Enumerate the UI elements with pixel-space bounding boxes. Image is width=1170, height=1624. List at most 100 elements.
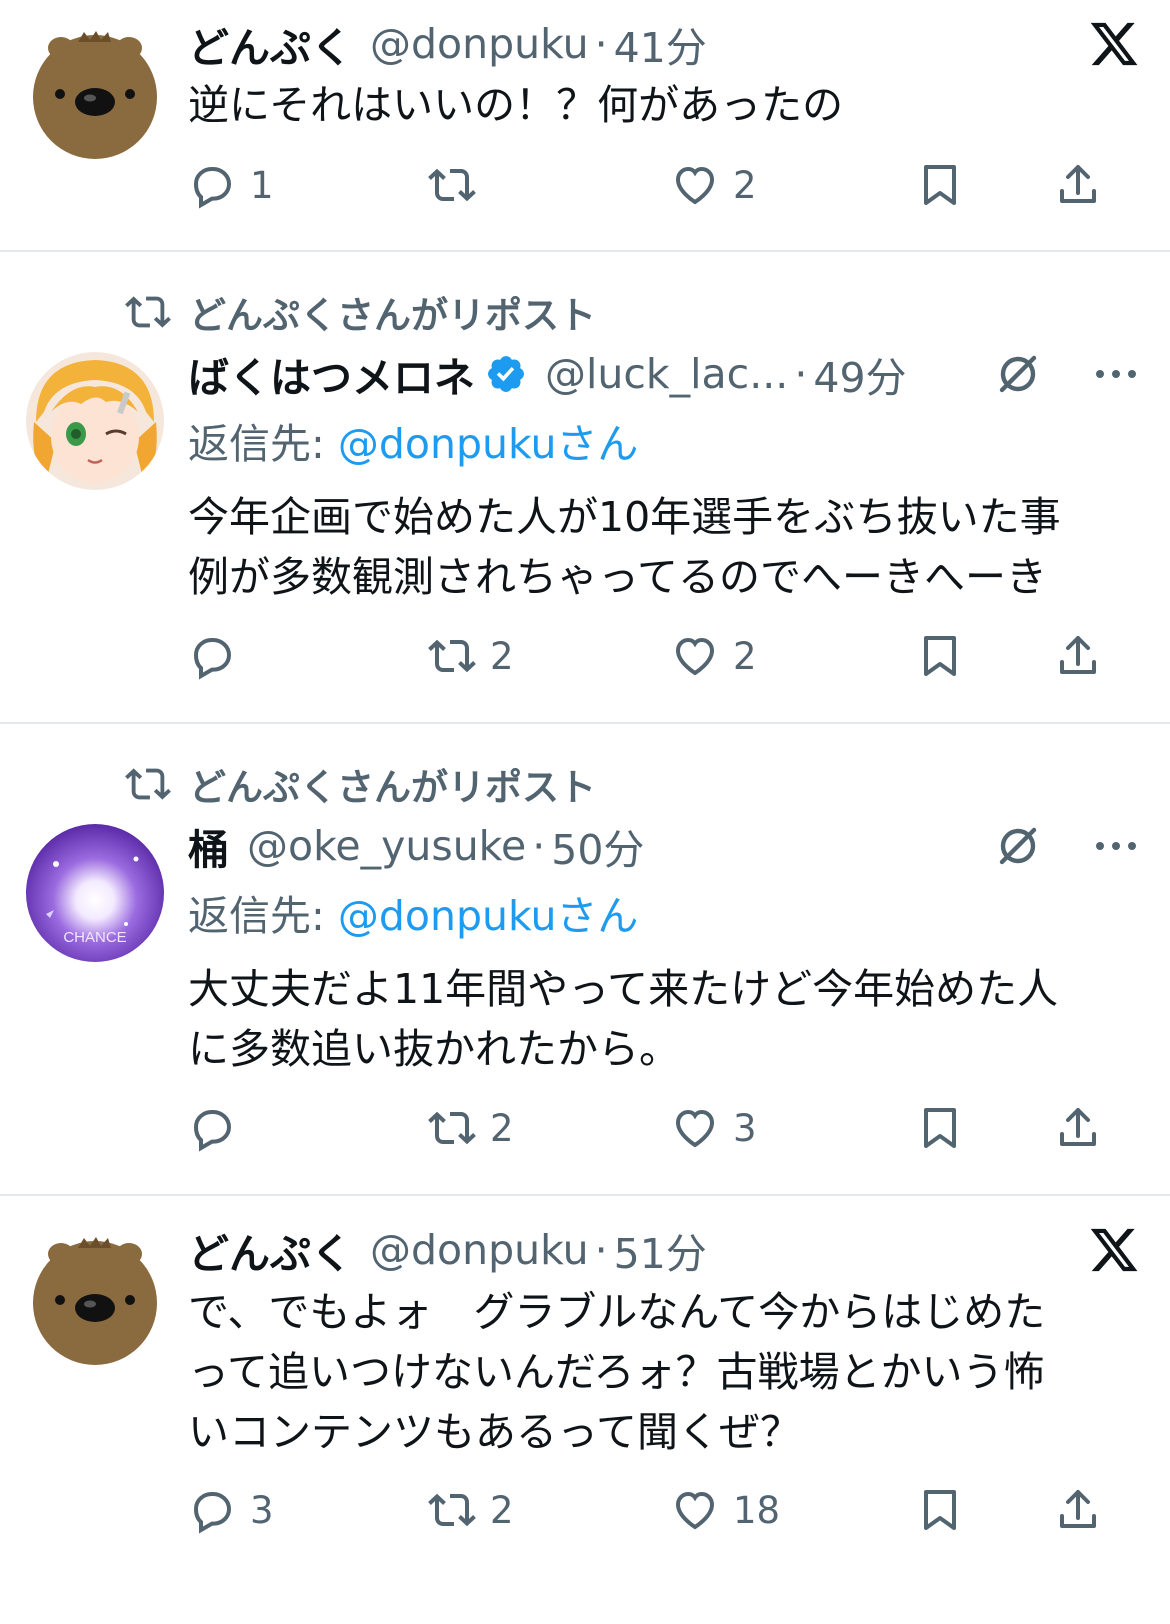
reply-icon xyxy=(193,1110,232,1152)
tweet-text-line: 逆にそれはいいの！？何があったの xyxy=(188,81,844,129)
user-handle[interactable]: @donpuku xyxy=(370,20,589,68)
tweet-text-line: 大丈夫だよ11年間やって来たけど今年始めた人 xyxy=(188,965,1059,1013)
tweet-text: で、でもよォ グラブルなんて今からはじめた って追いつけないんだろォ？古戦場とか… xyxy=(188,1282,1128,1462)
like-button[interactable]: 3 xyxy=(671,1098,757,1158)
display-name[interactable]: どんぷく xyxy=(188,1220,352,1280)
reply-context: 返信先: @donpukuさん xyxy=(188,882,638,942)
tweet-text: 逆にそれはいいの！？何があったの xyxy=(188,75,1128,135)
timestamp[interactable]: 41分 xyxy=(614,14,707,74)
repost-icon xyxy=(125,296,171,328)
like-count: 2 xyxy=(733,634,757,678)
more-options-icon[interactable] xyxy=(1092,838,1140,854)
tweet[interactable]: どんぷく @donpuku · 51分 で、でもよォ グラブルなんて今からはじめ… xyxy=(0,1196,1170,1624)
repost-icon xyxy=(428,168,476,202)
reply-icon xyxy=(193,167,232,209)
avatar[interactable] xyxy=(26,352,164,490)
repost-count: 2 xyxy=(490,1106,514,1150)
repost-context: どんぷくさんがリポスト xyxy=(125,287,596,337)
tweet-text-line: に多数追い抜かれたから。 xyxy=(188,1025,680,1073)
repost-count: 2 xyxy=(490,634,514,678)
separator-dot: · xyxy=(594,1226,608,1274)
user-handle[interactable]: @oke_yusuke xyxy=(247,822,526,870)
like-button[interactable]: 18 xyxy=(671,1480,780,1540)
grok-icon[interactable] xyxy=(994,350,1042,398)
repost-icon xyxy=(428,1111,476,1145)
share-button[interactable] xyxy=(1054,1098,1102,1158)
repost-button[interactable]: 2 xyxy=(428,626,514,686)
tweet-actions: 3 2 18 xyxy=(188,1480,1108,1540)
tweet[interactable]: どんぷくさんがリポスト CHANCE 桶 @oke_yusuke · 50分 返… xyxy=(0,724,1170,1194)
like-count: 2 xyxy=(733,163,757,207)
avatar-text: CHANCE xyxy=(63,929,126,946)
separator-dot: · xyxy=(532,822,546,870)
tweet-text-line: って追いつけないんだろォ？古戦場とかいう怖 xyxy=(188,1348,1045,1396)
reply-mention[interactable]: @donpukuさん xyxy=(338,420,639,468)
separator-dot: · xyxy=(794,350,808,398)
tweet-actions: 2 3 xyxy=(188,1098,1108,1158)
heart-icon xyxy=(675,1109,715,1148)
display-name[interactable]: どんぷく xyxy=(188,14,352,74)
heart-icon xyxy=(675,637,715,676)
repost-button[interactable] xyxy=(428,155,490,215)
user-handle[interactable]: @donpuku xyxy=(370,1226,589,1274)
bookmark-icon xyxy=(924,636,956,676)
tweet-actions: 1 2 xyxy=(188,155,1108,215)
reply-button[interactable]: 3 xyxy=(188,1480,274,1540)
repost-context: どんぷくさんがリポスト xyxy=(125,759,596,809)
reply-button[interactable] xyxy=(188,626,250,686)
bookmark-button[interactable] xyxy=(916,626,964,686)
heart-icon xyxy=(675,1491,715,1530)
repost-context-label[interactable]: どんぷくさんがリポスト xyxy=(189,285,596,339)
heart-icon xyxy=(675,166,715,205)
tweet-header: 桶 @oke_yusuke · 50分 xyxy=(188,816,970,876)
repost-context-label[interactable]: どんぷくさんがリポスト xyxy=(189,757,596,811)
share-icon xyxy=(1060,636,1096,674)
more-options-icon[interactable] xyxy=(1092,366,1140,382)
bookmark-icon xyxy=(924,1108,956,1148)
display-name[interactable]: 桶 xyxy=(188,816,229,876)
share-button[interactable] xyxy=(1054,1480,1102,1540)
like-button[interactable]: 2 xyxy=(671,626,757,686)
timestamp[interactable]: 51分 xyxy=(614,1220,707,1280)
separator-dot: · xyxy=(594,20,608,68)
tweet-text-line: 今年企画で始めた人が10年選手をぶち抜いた事 xyxy=(188,493,1061,541)
timestamp[interactable]: 49分 xyxy=(813,344,906,404)
like-count: 3 xyxy=(733,1106,757,1150)
bookmark-button[interactable] xyxy=(916,1098,964,1158)
bookmark-icon xyxy=(924,1490,956,1530)
tweet-text-line: で、でもよォ グラブルなんて今からはじめた xyxy=(188,1288,1046,1336)
reply-count: 1 xyxy=(250,163,274,207)
avatar[interactable] xyxy=(26,22,164,160)
reply-context: 返信先: @donpukuさん xyxy=(188,410,638,470)
timeline-feed: どんぷく @donpuku · 41分 逆にそれはいいの！？何があったの 1 2 xyxy=(0,0,1170,1624)
tweet-header: どんぷく @donpuku · 51分 xyxy=(188,1220,1150,1280)
grok-icon[interactable] xyxy=(994,822,1042,870)
like-button[interactable]: 2 xyxy=(671,155,757,215)
repost-button[interactable]: 2 xyxy=(428,1480,514,1540)
reply-mention[interactable]: @donpukuさん xyxy=(338,892,639,940)
avatar[interactable]: CHANCE xyxy=(26,824,164,962)
timestamp[interactable]: 50分 xyxy=(551,816,644,876)
repost-count: 2 xyxy=(490,1488,514,1532)
reply-icon xyxy=(193,1492,232,1534)
repost-icon xyxy=(125,768,171,800)
display-name[interactable]: ばくはつメロネ xyxy=(188,344,475,404)
tweet[interactable]: どんぷく @donpuku · 41分 逆にそれはいいの！？何があったの 1 2 xyxy=(0,0,1170,250)
reply-button[interactable]: 1 xyxy=(188,155,274,215)
user-handle[interactable]: @luck_lac... xyxy=(545,350,788,398)
bookmark-button[interactable] xyxy=(916,1480,964,1540)
tweet-actions: 2 2 xyxy=(188,626,1108,686)
bookmark-button[interactable] xyxy=(916,155,964,215)
share-icon xyxy=(1060,165,1096,203)
tweet-text-line: いコンテンツもあるって聞くぜ？ xyxy=(188,1408,801,1456)
tweet-header: ばくはつメロネ @luck_lac... · 49分 xyxy=(188,344,970,404)
reply-button[interactable] xyxy=(188,1098,250,1158)
share-button[interactable] xyxy=(1054,155,1102,215)
repost-button[interactable]: 2 xyxy=(428,1098,514,1158)
share-button[interactable] xyxy=(1054,626,1102,686)
tweet-header: どんぷく @donpuku · 41分 xyxy=(188,14,1150,74)
repost-icon xyxy=(428,1493,476,1527)
tweet[interactable]: どんぷくさんがリポスト ばくはつメロネ @luck_lac... · 49分 返… xyxy=(0,252,1170,722)
avatar[interactable] xyxy=(26,1228,164,1366)
reply-prefix: 返信先: xyxy=(188,892,338,940)
